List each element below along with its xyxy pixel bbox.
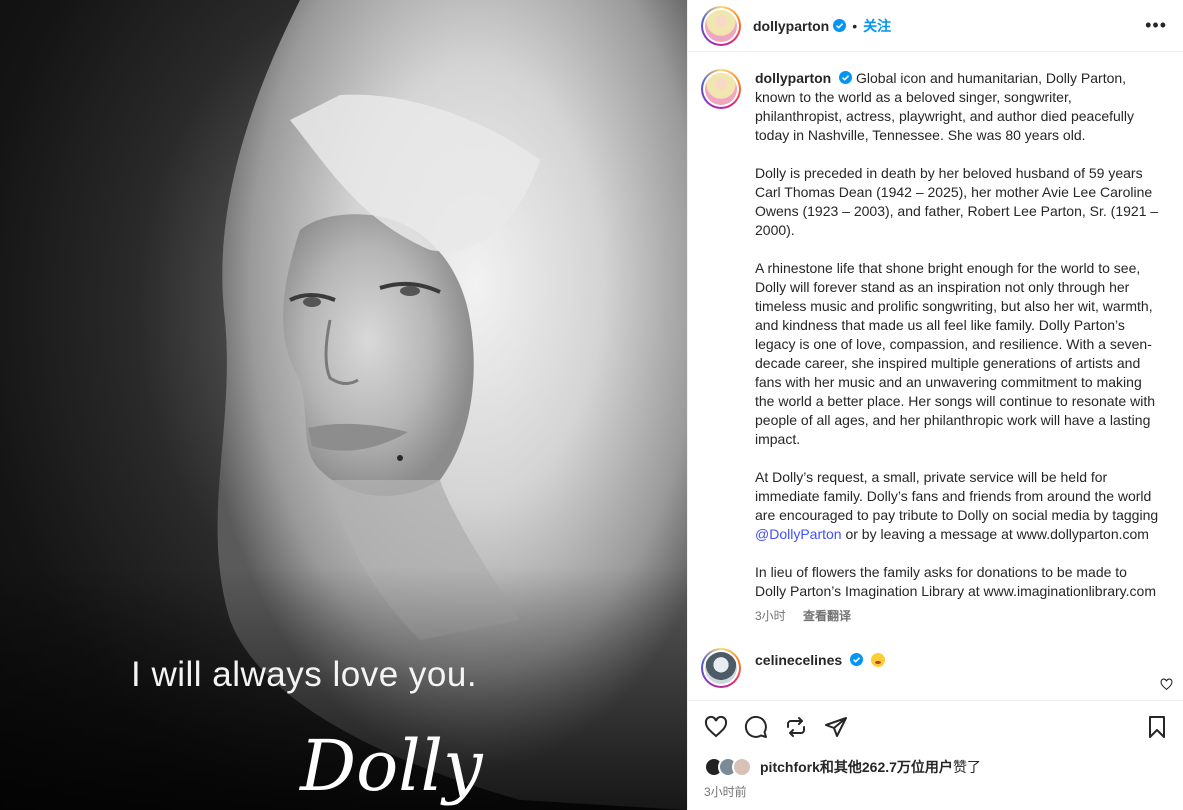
post-image: I will always love you. Dolly (0, 0, 687, 810)
follow-button[interactable]: 关注 (863, 16, 891, 36)
comment-like-icon[interactable] (1160, 678, 1173, 691)
separator-dot: • (852, 17, 858, 34)
post-actions: pitchfork 和其他262.7万位用户 赞了 3小时前 (688, 700, 1183, 810)
other-likers-count[interactable]: 和其他262.7万位用户 (820, 757, 953, 777)
post-caption: dollyparton Global icon and humanitarian… (755, 69, 1161, 626)
repost-icon[interactable] (784, 715, 808, 739)
caption-author-avatar[interactable] (701, 69, 741, 109)
caption-username[interactable]: dollyparton (755, 70, 831, 86)
post-header: dollyparton • 关注 ••• (688, 0, 1183, 52)
flushed-face-emoji-icon (870, 653, 885, 667)
author-username[interactable]: dollyparton (753, 18, 829, 34)
save-bookmark-icon[interactable] (1145, 715, 1169, 739)
likes-suffix: 赞了 (952, 759, 981, 775)
like-heart-icon[interactable] (704, 715, 728, 739)
caption-paragraph-5: In lieu of flowers the family asks for d… (755, 564, 1156, 599)
verified-badge-icon (850, 653, 864, 666)
verified-badge-icon (833, 19, 847, 32)
likes-summary[interactable]: pitchfork 和其他262.7万位用户 赞了 (704, 757, 1183, 777)
verified-badge-icon (839, 71, 853, 84)
comment-body: celinecelines (755, 652, 885, 668)
caption-paragraph-3: A rhinestone life that shone bright enou… (755, 260, 1155, 447)
caption-paragraph-2: Dolly is preceded in death by her belove… (755, 165, 1159, 238)
commenter-avatar[interactable] (701, 648, 741, 688)
image-quote-text: I will always love you. (131, 655, 478, 694)
caption-row: dollyparton Global icon and humanitarian… (701, 69, 1167, 626)
commenter-username[interactable]: celinecelines (755, 652, 842, 668)
comment-item: celinecelines (701, 648, 1167, 688)
author-avatar[interactable] (701, 5, 741, 46)
see-translation-button[interactable]: 查看翻译 (803, 609, 851, 623)
comment-bubble-icon[interactable] (744, 715, 768, 739)
share-send-icon[interactable] (824, 715, 848, 739)
caption-p4-text: At Dolly’s request, a small, private ser… (755, 469, 1159, 523)
signature-logo: Dolly (300, 725, 483, 807)
more-options-icon[interactable]: ••• (1145, 15, 1167, 36)
comments-scroll-area[interactable]: dollyparton Global icon and humanitarian… (688, 53, 1183, 699)
caption-meta: 3小时 查看翻译 (755, 607, 1161, 626)
first-liker-username[interactable]: pitchfork (760, 759, 820, 775)
caption-time: 3小时 (755, 609, 786, 623)
caption-p4-text-end: or by leaving a message at www.dollypart… (841, 526, 1149, 542)
caption-paragraph-4: At Dolly’s request, a small, private ser… (755, 468, 1161, 544)
liker-avatars (704, 757, 752, 777)
mention-link[interactable]: @DollyParton (755, 526, 842, 542)
post-timestamp: 3小时前 (704, 785, 747, 799)
post-sidebar: dollyparton • 关注 ••• dollyparton Global … (687, 0, 1183, 810)
